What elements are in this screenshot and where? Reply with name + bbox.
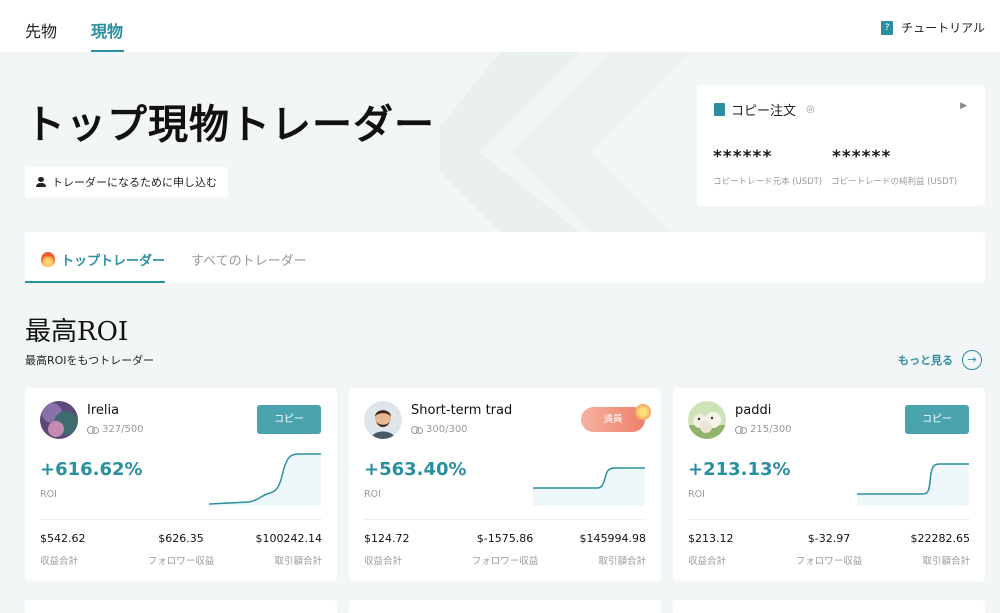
apply-trader-label: トレーダーになるために申し込む — [52, 176, 217, 189]
follower-count: 300/300 — [411, 424, 468, 435]
avatar — [40, 401, 78, 439]
total-volume-label: 取引額合計 — [922, 556, 970, 567]
arrow-right-icon: → — [962, 350, 982, 370]
follower-count: 327/500 — [87, 424, 144, 435]
flame-icon — [41, 252, 55, 267]
copy-order-icon — [714, 103, 725, 116]
page-title: トップ現物トレーダー — [25, 102, 435, 148]
trader-tabs: トップトレーダー すべてのトレーダー — [25, 232, 985, 283]
copy-profit-value: ****** — [832, 147, 892, 167]
tab-active-indicator — [91, 50, 124, 52]
trader-card-next — [673, 600, 985, 613]
copy-principal-value: ****** — [713, 147, 773, 167]
help-book-icon: ? — [881, 20, 894, 35]
total-volume-label: 取引額合計 — [274, 556, 322, 567]
chevron-right-icon[interactable]: ▶ — [960, 101, 967, 111]
roi-value: +213.13% — [688, 459, 791, 480]
roi-value: +563.40% — [364, 459, 467, 480]
background-decoration — [440, 52, 690, 232]
top-bar: 先物 現物 ? チュートリアル — [0, 0, 1000, 52]
see-more-link[interactable]: もっと見る → — [898, 350, 982, 370]
tab-spot[interactable]: 現物 — [91, 18, 123, 42]
total-volume-value: $145994.98 — [579, 532, 646, 545]
trader-tab-indicator — [25, 281, 165, 283]
tab-all-traders[interactable]: すべてのトレーダー — [191, 250, 307, 269]
card-divider — [364, 519, 646, 520]
person-icon — [36, 177, 46, 187]
copy-profit-label: コピートレードの純利益 (USDT) — [831, 177, 958, 187]
tutorial-label: チュートリアル — [901, 21, 985, 35]
sparkle-icon — [635, 404, 651, 420]
followers-icon — [735, 425, 747, 434]
tutorial-link[interactable]: ? チュートリアル — [881, 19, 985, 36]
copy-principal-label: コピートレード元本 (USDT) — [713, 177, 823, 187]
avatar — [364, 401, 402, 439]
full-badge-label: 満員 — [603, 414, 623, 425]
total-volume-label: 取引額合計 — [598, 556, 646, 567]
copy-order-panel[interactable]: コピー注文 ◎ ▶ ****** ****** コピートレード元本 (USDT)… — [697, 85, 985, 206]
roi-sparkline — [857, 463, 969, 506]
roi-value: +616.62% — [40, 459, 143, 480]
follower-count-value: 327/500 — [102, 424, 144, 435]
total-volume-value: $100242.14 — [255, 532, 322, 545]
copy-button[interactable]: コピー — [257, 405, 321, 434]
follower-count: 215/300 — [735, 424, 792, 435]
copy-button[interactable]: コピー — [905, 405, 969, 434]
trader-card[interactable]: paddi 215/300 コピー +213.13% ROI $213.12 $… — [673, 388, 985, 581]
card-divider — [688, 519, 970, 520]
tab-all-traders-label: すべてのトレーダー — [191, 254, 307, 269]
roi-sparkline — [533, 467, 645, 506]
hide-eye-icon[interactable]: ◎ — [806, 104, 815, 115]
trader-card-next — [349, 600, 661, 613]
roi-label: ROI — [688, 489, 705, 500]
copy-order-header: コピー注文 ◎ — [714, 100, 815, 119]
tab-top-traders[interactable]: トップトレーダー — [41, 250, 165, 269]
trader-card[interactable]: Irelia 327/500 コピー +616.62% ROI $542.62 … — [25, 388, 337, 581]
trader-card[interactable]: Short-term trad 300/300 満員 +563.40% ROI … — [349, 388, 661, 581]
total-volume-value: $22282.65 — [910, 532, 971, 545]
avatar — [688, 401, 726, 439]
roi-label: ROI — [364, 489, 381, 500]
trader-name[interactable]: paddi — [735, 403, 771, 418]
full-badge: 満員 — [581, 404, 651, 432]
followers-icon — [411, 425, 423, 434]
section-title: 最高ROI — [25, 317, 129, 347]
trader-name[interactable]: Irelia — [87, 403, 119, 418]
trader-card-next — [25, 600, 337, 613]
see-more-label: もっと見る — [898, 354, 953, 367]
follower-count-value: 215/300 — [750, 424, 792, 435]
card-divider — [40, 519, 322, 520]
followers-icon — [87, 425, 99, 434]
roi-label: ROI — [40, 489, 57, 500]
trader-name[interactable]: Short-term trad — [411, 403, 512, 418]
tab-futures[interactable]: 先物 — [25, 18, 57, 42]
apply-trader-button[interactable]: トレーダーになるために申し込む — [25, 167, 228, 197]
section-subtitle: 最高ROIをもつトレーダー — [25, 354, 155, 367]
copy-order-title: コピー注文 — [731, 104, 797, 119]
follower-count-value: 300/300 — [426, 424, 468, 435]
tab-top-traders-label: トップトレーダー — [61, 254, 166, 269]
roi-sparkline — [209, 453, 321, 506]
